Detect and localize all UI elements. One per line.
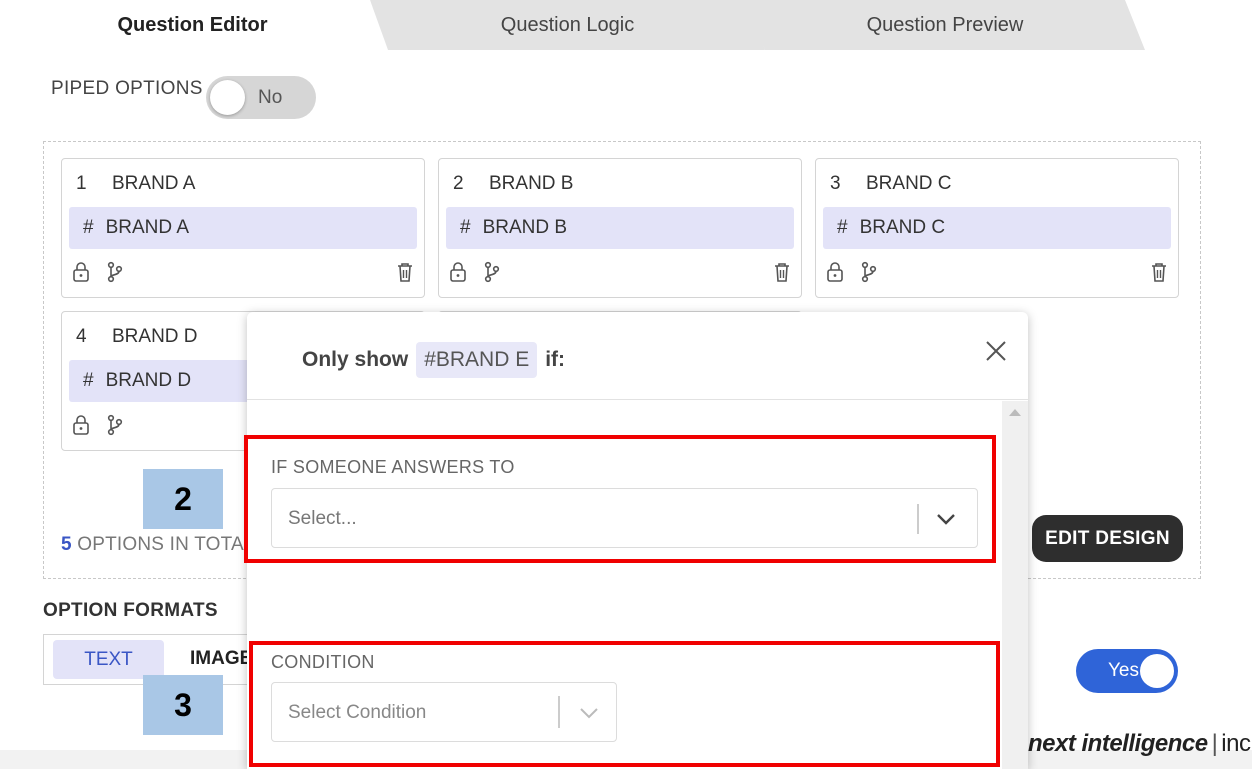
options-total: 5 OPTIONS IN TOTA	[61, 534, 244, 556]
lock-icon[interactable]	[826, 261, 844, 283]
options-total-text: OPTIONS IN TOTA	[77, 534, 244, 555]
step-badge-3: 3	[143, 675, 223, 735]
branch-icon[interactable]	[106, 261, 124, 283]
piped-options-toggle[interactable]: No	[206, 76, 316, 119]
option-name[interactable]: BRAND A	[112, 173, 195, 195]
close-icon[interactable]	[983, 338, 1009, 364]
lock-icon[interactable]	[72, 414, 90, 436]
tab-question-editor[interactable]: Question Editor	[0, 0, 385, 50]
option-actions	[826, 261, 1170, 285]
lock-icon[interactable]	[72, 261, 90, 283]
highlight-box-answer-question	[244, 435, 996, 563]
branch-icon[interactable]	[106, 414, 124, 436]
hash-icon: #	[837, 217, 848, 238]
trash-icon[interactable]	[396, 261, 414, 283]
tab-bar: Question Preview Question Logic Question…	[0, 0, 1252, 50]
option-name[interactable]: BRAND C	[866, 173, 952, 195]
logo-name: next intelligence	[1028, 730, 1208, 757]
lock-icon[interactable]	[449, 261, 467, 283]
modal-title-prefix: Only show	[302, 348, 409, 371]
options-count: 5	[61, 534, 72, 555]
piped-options-label: PIPED OPTIONS	[51, 78, 203, 99]
option-code-chip[interactable]: # BRAND C	[823, 207, 1171, 249]
tab-question-preview[interactable]: Question Preview	[745, 0, 1145, 50]
logo-suffix: inc	[1221, 730, 1251, 757]
modal-header: Only show #BRAND E if:	[247, 312, 1028, 400]
option-code-label: BRAND B	[482, 217, 568, 238]
scroll-up-icon[interactable]	[1009, 409, 1021, 416]
option-number: 2	[453, 173, 464, 194]
option-formats-label: OPTION FORMATS	[43, 600, 218, 621]
hash-icon: #	[83, 370, 94, 391]
toggle-knob	[210, 80, 245, 115]
trash-icon[interactable]	[1150, 261, 1168, 283]
toggle-value: Yes	[1108, 660, 1139, 681]
option-code-label: BRAND C	[859, 217, 946, 238]
option-code-chip[interactable]: # BRAND B	[446, 207, 794, 249]
format-tab-image[interactable]: IMAGE	[190, 648, 252, 670]
logo-separator: |	[1211, 730, 1218, 757]
trash-icon[interactable]	[773, 261, 791, 283]
yes-toggle[interactable]: Yes	[1076, 649, 1178, 693]
step-badge-2: 2	[143, 469, 223, 529]
hash-icon: #	[460, 217, 471, 238]
option-card: 2 BRAND B # BRAND B	[438, 158, 802, 298]
highlight-box-condition	[249, 641, 1000, 767]
format-tab-text[interactable]: TEXT	[53, 640, 164, 679]
option-code-label: BRAND A	[105, 217, 189, 238]
toggle-value: No	[258, 87, 283, 108]
piped-options-row: PIPED OPTIONS	[51, 78, 203, 100]
option-code-pill: #BRAND E	[416, 342, 538, 378]
option-number: 3	[830, 173, 841, 194]
option-code-chip[interactable]: # BRAND A	[69, 207, 417, 249]
modal-title-suffix: if:	[545, 348, 566, 371]
toggle-knob	[1140, 654, 1174, 688]
branch-icon[interactable]	[860, 261, 878, 283]
option-actions	[72, 261, 416, 285]
edit-design-button[interactable]: EDIT DESIGN	[1032, 515, 1183, 562]
branch-icon[interactable]	[483, 261, 501, 283]
modal-title: Only show #BRAND E if:	[302, 342, 565, 378]
option-code-label: BRAND D	[105, 370, 192, 391]
option-card: 1 BRAND A # BRAND A	[61, 158, 425, 298]
option-actions	[449, 261, 793, 285]
brand-logo: next intelligence | inc	[1028, 730, 1251, 758]
tab-question-logic[interactable]: Question Logic	[370, 0, 765, 50]
option-number: 1	[76, 173, 87, 194]
option-card: 3 BRAND C # BRAND C	[815, 158, 1179, 298]
hash-icon: #	[83, 217, 94, 238]
modal-scrollbar[interactable]	[1002, 401, 1028, 769]
option-number: 4	[76, 326, 87, 347]
option-name[interactable]: BRAND D	[112, 326, 198, 348]
option-name[interactable]: BRAND B	[489, 173, 573, 195]
